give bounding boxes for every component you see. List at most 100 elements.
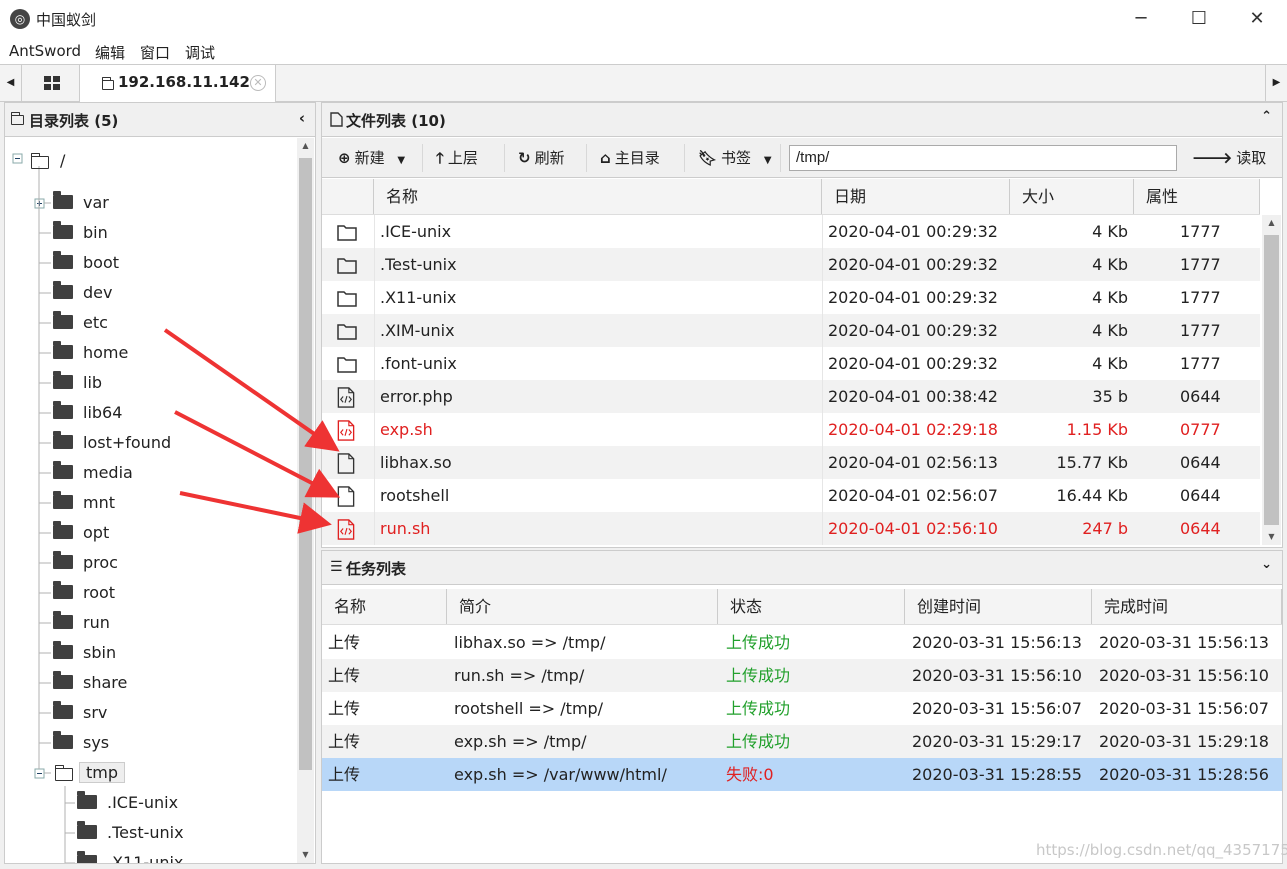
task-column-name[interactable]: 名称 [322,589,447,624]
file-date: 2020-04-01 00:29:32 [828,354,998,373]
tree-item-label: etc [83,313,108,332]
task-column-created[interactable]: 创建时间 [905,589,1092,624]
path-input[interactable]: /tmp/ [789,145,1177,171]
toolbar-separator [422,144,423,172]
file-row[interactable]: .X11-unix 2020-04-01 00:29:32 4 Kb 1777 [322,281,1260,314]
up-button[interactable]: 🡑 上层 [436,146,478,170]
menu-antsword[interactable]: AntSword [9,42,81,60]
file-row[interactable]: .XIM-unix 2020-04-01 00:29:32 4 Kb 1777 [322,314,1260,347]
file-name: libhax.so [380,453,452,472]
tab-host[interactable]: 192.168.11.142 ✕ [80,65,276,102]
task-finished: 2020-03-31 15:56:10 [1099,666,1269,685]
minimize-button[interactable]: ─ [1112,0,1170,38]
task-column-status[interactable]: 状态 [718,589,905,624]
tree-item-label: lost+found [83,433,172,452]
home-dir-button[interactable]: ⌂ 主目录 [600,146,660,170]
file-row[interactable]: rootshell 2020-04-01 02:56:07 16.44 Kb 0644 [322,479,1260,512]
file-perm: 0644 [1180,486,1221,505]
file-name: .XIM-unix [380,321,455,340]
refresh-label: 刷新 [534,149,565,167]
file-row[interactable]: .Test-unix 2020-04-01 00:29:32 4 Kb 1777 [322,248,1260,281]
maximize-button[interactable]: ☐ [1170,0,1228,38]
read-button[interactable]: 🡒 读取 [1192,146,1266,170]
collapse-down-icon[interactable]: ⌄ [1261,557,1272,572]
grid-line [822,281,823,314]
column-size[interactable]: 大小 [1010,179,1134,214]
menu-edit[interactable]: 编辑 [95,42,125,63]
read-label: 读取 [1236,149,1267,167]
menu-bar: AntSword 编辑 窗口 调试 [0,38,1287,64]
task-row[interactable]: 上传 exp.sh => /tmp/上传成功 2020-03-31 15:29:17… [322,725,1282,758]
column-date[interactable]: 日期 [822,179,1010,214]
task-column-finished[interactable]: 完成时间 [1092,589,1282,624]
scroll-up-icon[interactable]: ▲ [297,138,314,154]
column-perm[interactable]: 属性 [1134,179,1260,214]
tree-collapse-tmp-icon[interactable] [34,768,45,779]
tree-item-label: bin [83,223,108,242]
grid-line [822,248,823,281]
grid-line [822,512,823,545]
file-perm: 0777 [1180,420,1221,439]
grid-icon [44,76,60,90]
grid-line [822,380,823,413]
menu-debug[interactable]: 调试 [185,42,215,63]
file-panel-title: 文件列表 (10) [346,112,446,130]
folder-icon [53,401,73,419]
tree-collapse-root-icon[interactable] [12,153,23,164]
task-status: 失败:0 [726,765,774,784]
folder-icon [53,521,73,539]
new-button[interactable]: ⊕ 新建 ▼ [338,146,405,170]
file-date: 2020-04-01 00:29:32 [828,321,998,340]
refresh-button[interactable]: ↻ 刷新 [518,146,565,170]
tab-scroll-left-icon[interactable]: ◀ [0,65,22,101]
tab-home[interactable] [24,65,80,101]
task-row[interactable]: 上传 rootshell => /tmp/上传成功 2020-03-31 15:56… [322,692,1282,725]
title-bar: ◎ 中国蚁剑 ─ ☐ ✕ [0,0,1287,38]
file-name: .ICE-unix [380,222,452,241]
window-title: 中国蚁剑 [36,11,97,29]
column-name[interactable]: 名称 [374,179,822,214]
file-row[interactable]: exp.sh 2020-04-01 02:29:18 1.15 Kb 0777 [322,413,1260,446]
file-icon [330,112,343,127]
grid-line [822,347,823,380]
file-row[interactable]: run.sh 2020-04-01 02:56:10 247 b 0644 [322,512,1260,545]
close-button[interactable]: ✕ [1228,0,1286,38]
scroll-thumb[interactable] [299,158,312,770]
file-perm: 0644 [1180,387,1221,406]
home-label: 主目录 [614,149,660,167]
task-name: 上传 [328,666,361,685]
file-panel: 文件列表 (10) ⌃ ⊕ 新建 ▼ 🡑 上层 ↻ 刷新 ⌂ 主目录 🔖︎ 书签 ▼ /t… [321,102,1283,548]
scroll-up-icon[interactable]: ▲ [1262,215,1281,231]
file-perm: 1777 [1180,222,1221,241]
folder-icon [53,431,73,449]
task-created: 2020-03-31 15:29:17 [912,732,1082,751]
file-row[interactable]: .font-unix 2020-04-01 00:29:32 4 Kb 1777 [322,347,1260,380]
collapse-left-icon[interactable]: ‹ [299,109,305,127]
file-row[interactable]: error.php 2020-04-01 00:38:42 35 b 0644 [322,380,1260,413]
file-scrollbar[interactable]: ▲ ▼ [1262,215,1281,545]
scroll-down-icon[interactable]: ▼ [297,847,314,863]
task-panel-header: ☰ 任务列表 ⌄ [322,551,1282,585]
bookmark-button[interactable]: 🔖︎ 书签 ▼ [698,146,772,170]
task-created: 2020-03-31 15:28:55 [912,765,1082,784]
task-row[interactable]: 上传 run.sh => /tmp/上传成功 2020-03-31 15:56:10… [322,659,1282,692]
file-name: run.sh [380,519,431,538]
folder-icon [53,671,73,689]
collapse-up-icon[interactable]: ⌃ [1261,109,1272,124]
file-row[interactable]: libhax.so 2020-04-01 02:56:13 15.77 Kb 0644 [322,446,1260,479]
scroll-down-icon[interactable]: ▼ [1262,529,1281,545]
tab-close-icon[interactable]: ✕ [250,75,266,91]
directory-scrollbar[interactable]: ▲ ▼ [297,138,314,863]
scroll-thumb[interactable] [1264,235,1279,525]
menu-window[interactable]: 窗口 [140,42,170,63]
task-row[interactable]: 上传 libhax.so => /tmp/上传成功 2020-03-31 15:56… [322,626,1282,659]
file-row[interactable]: .ICE-unix 2020-04-01 00:29:32 4 Kb 1777 [322,215,1260,248]
folder-icon [53,461,73,479]
task-row[interactable]: 上传 exp.sh => /var/www/html/失败:0 2020-03-31… [322,758,1282,791]
task-column-desc[interactable]: 简介 [447,589,718,624]
folder-icon [337,258,357,274]
grid-line [822,215,823,248]
file-name: .font-unix [380,354,457,373]
tab-scroll-right-icon[interactable]: ▶ [1265,65,1287,101]
grid-line [822,446,823,479]
